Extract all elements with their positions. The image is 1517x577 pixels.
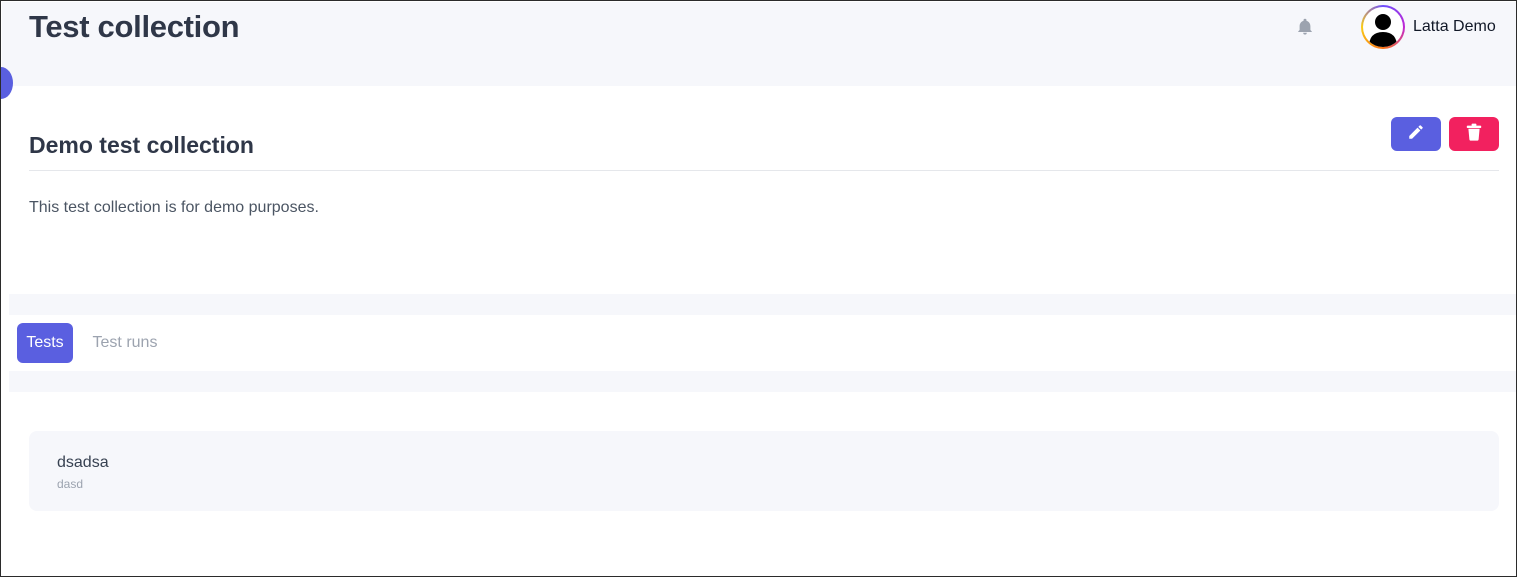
trash-icon <box>1466 123 1482 146</box>
top-header: Test collection Latta Demo <box>2 2 1516 86</box>
delete-button[interactable] <box>1449 117 1499 151</box>
tab-tests[interactable]: Tests <box>17 323 73 363</box>
test-list-item[interactable]: dsadsa dasd <box>29 431 1499 511</box>
section-separator <box>9 294 1516 315</box>
page-title: Test collection <box>29 9 240 44</box>
collection-name: Demo test collection <box>29 132 254 158</box>
test-description: dasd <box>57 477 84 491</box>
pencil-icon <box>1407 123 1425 146</box>
user-avatar-icon <box>1363 7 1403 47</box>
bell-icon[interactable] <box>1296 18 1314 36</box>
section-separator <box>9 371 1516 392</box>
divider <box>29 170 1499 171</box>
user-name[interactable]: Latta Demo <box>1413 18 1496 36</box>
tab-test-runs[interactable]: Test runs <box>81 323 169 363</box>
edit-button[interactable] <box>1391 117 1441 151</box>
app-window: Test collection Latta Demo Demo test col… <box>0 0 1517 577</box>
user-avatar[interactable] <box>1361 5 1405 49</box>
collection-description: This test collection is for demo purpose… <box>29 199 319 216</box>
test-name: dsadsa <box>57 454 109 471</box>
